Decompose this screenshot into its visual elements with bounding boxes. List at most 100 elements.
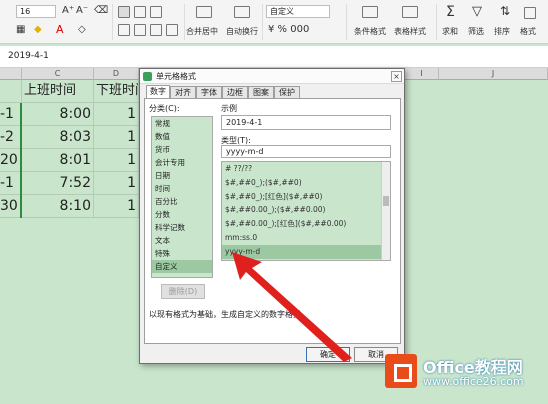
merge-center-icon[interactable] [196,6,212,18]
align-bottom-icon[interactable] [150,6,162,18]
app-icon [143,72,152,81]
eraser-icon[interactable]: ◇ [78,24,86,35]
font-size-select[interactable]: 16 [16,5,56,18]
format-cells-dialog: 单元格格式 × 数字 对齐 字体 边框 图案 保护 分类(C): 常规 数值 货… [139,68,405,364]
category-item[interactable]: 文本 [152,234,212,247]
number-panel: 分类(C): 常规 数值 货币 会计专用 日期 时间 百分比 分数 科学记数 文… [144,98,401,344]
type-item[interactable]: $#,##0.00_);($#,##0.00) [222,203,390,217]
time-cell[interactable]: 1 [94,172,139,195]
time-cell[interactable]: 1 [94,195,139,218]
close-icon[interactable]: × [391,71,402,82]
align-right-icon[interactable] [150,24,162,36]
category-item[interactable]: 数值 [152,130,212,143]
sample-box: 2019-4-1 [221,115,391,130]
sum-icon[interactable]: Σ [446,4,455,20]
time-cell[interactable]: 8:01 [22,149,94,172]
ok-button[interactable]: 确定 [306,347,350,362]
time-cell[interactable]: 1 [94,149,139,172]
filter-label[interactable]: 筛选 [468,26,484,37]
type-input-value: yyyy-m-d [226,147,264,156]
category-item-custom[interactable]: 自定义 [152,260,212,273]
time-cell[interactable]: 1 [94,103,139,126]
header-cell-c[interactable]: 上班时间 [22,80,94,103]
type-item[interactable]: mm:ss.0 [222,231,390,245]
category-item[interactable]: 货币 [152,143,212,156]
tab-number[interactable]: 数字 [146,85,170,98]
time-cell[interactable]: 1 [94,126,139,149]
table-style-icon[interactable] [402,6,418,18]
sort-icon[interactable]: ⇅ [500,4,510,18]
column-header-i[interactable]: I [405,68,439,80]
format-label[interactable]: 格式 [520,26,536,37]
formula-value: 2019-4-1 [8,51,49,61]
logo-url: www.office26.com [423,375,524,388]
type-item[interactable]: $#,##0_);[红色]($#,##0) [222,190,390,204]
sum-label[interactable]: 求和 [442,26,458,37]
justify-icon[interactable] [166,24,178,36]
align-middle-icon[interactable] [134,6,146,18]
font-color-icon[interactable]: A [56,23,64,36]
number-format-select[interactable]: 自定义 [266,5,330,18]
decrease-font-icon[interactable]: A⁻ [76,5,88,16]
wrap-text-icon[interactable] [234,6,250,18]
border-icon[interactable]: ▦ [16,24,25,35]
header-cell-d[interactable]: 下班时间 [94,80,139,103]
tab-pattern[interactable]: 图案 [248,86,274,98]
type-input[interactable]: yyyy-m-d [221,145,391,158]
formula-bar[interactable]: 2019-4-1 [0,46,548,68]
merge-center-label[interactable]: 合并居中 [186,26,218,37]
conditional-format-label[interactable]: 条件格式 [354,26,386,37]
time-cell[interactable]: 8:10 [22,195,94,218]
increase-font-icon[interactable]: A⁺ [62,5,74,16]
time-cell[interactable]: 8:03 [22,126,94,149]
description-text: 以现有格式为基础，生成自定义的数字格式。 [149,310,309,319]
selection-border [0,103,22,218]
time-cell[interactable]: 7:52 [22,172,94,195]
category-item[interactable]: 会计专用 [152,156,212,169]
table-style-label[interactable]: 表格样式 [394,26,426,37]
format-icon[interactable] [524,7,536,19]
align-left-icon[interactable] [118,24,130,36]
delete-button[interactable]: 删除(D) [161,284,205,299]
type-item[interactable]: $#,##0.00_);[红色]($#,##0.00) [222,217,390,231]
type-item[interactable]: $#,##0_);($#,##0) [222,176,390,190]
tab-alignment[interactable]: 对齐 [170,86,196,98]
scrollbar-thumb[interactable] [383,196,389,206]
tab-border[interactable]: 边框 [222,86,248,98]
wrap-text-label[interactable]: 自动换行 [226,26,258,37]
type-item[interactable]: # ??/?? [222,162,390,176]
office-logo-icon [385,354,417,388]
row-fragment-header [0,80,22,103]
category-list[interactable]: 常规 数值 货币 会计专用 日期 时间 百分比 分数 科学记数 文本 特殊 自定… [151,116,213,278]
ribbon-toolbar: 16 A⁺ A⁻ ⌫ ▦ ◆ A ◇ 合并居中 自动换行 自定义 ¥ % 000… [0,0,548,44]
category-item[interactable]: 常规 [152,117,212,130]
sample-value: 2019-4-1 [226,118,263,127]
time-cell[interactable]: 8:00 [22,103,94,126]
column-header-c[interactable]: C [22,68,94,80]
percent-icon[interactable]: ¥ % 000 [268,24,309,35]
sample-label: 示例 [221,104,237,113]
type-item-selected[interactable]: yyyy-m-d [222,244,390,259]
dialog-title: 单元格格式 × [140,69,404,84]
sort-label[interactable]: 排序 [494,26,510,37]
tab-font[interactable]: 字体 [196,86,222,98]
fill-color-icon[interactable]: ◆ [34,24,42,35]
office-logo: Office教程网 www.office26.com [383,348,543,398]
type-list[interactable]: # ??/?? $#,##0_);($#,##0) $#,##0_);[红色](… [221,161,391,261]
align-center-icon[interactable] [134,24,146,36]
align-top-icon[interactable] [118,6,130,18]
column-header-j[interactable]: J [439,68,548,80]
tab-protection[interactable]: 保护 [274,86,300,98]
column-header-d[interactable]: D [94,68,139,80]
conditional-format-icon[interactable] [362,6,378,18]
category-item[interactable]: 科学记数 [152,221,212,234]
category-label: 分类(C): [149,104,180,113]
clear-format-icon[interactable]: ⌫ [94,5,108,16]
category-item[interactable]: 百分比 [152,195,212,208]
type-list-scrollbar[interactable] [381,162,390,260]
category-item[interactable]: 分数 [152,208,212,221]
filter-icon[interactable]: ▽ [472,4,482,19]
category-item[interactable]: 特殊 [152,247,212,260]
category-item[interactable]: 日期 [152,169,212,182]
category-item[interactable]: 时间 [152,182,212,195]
